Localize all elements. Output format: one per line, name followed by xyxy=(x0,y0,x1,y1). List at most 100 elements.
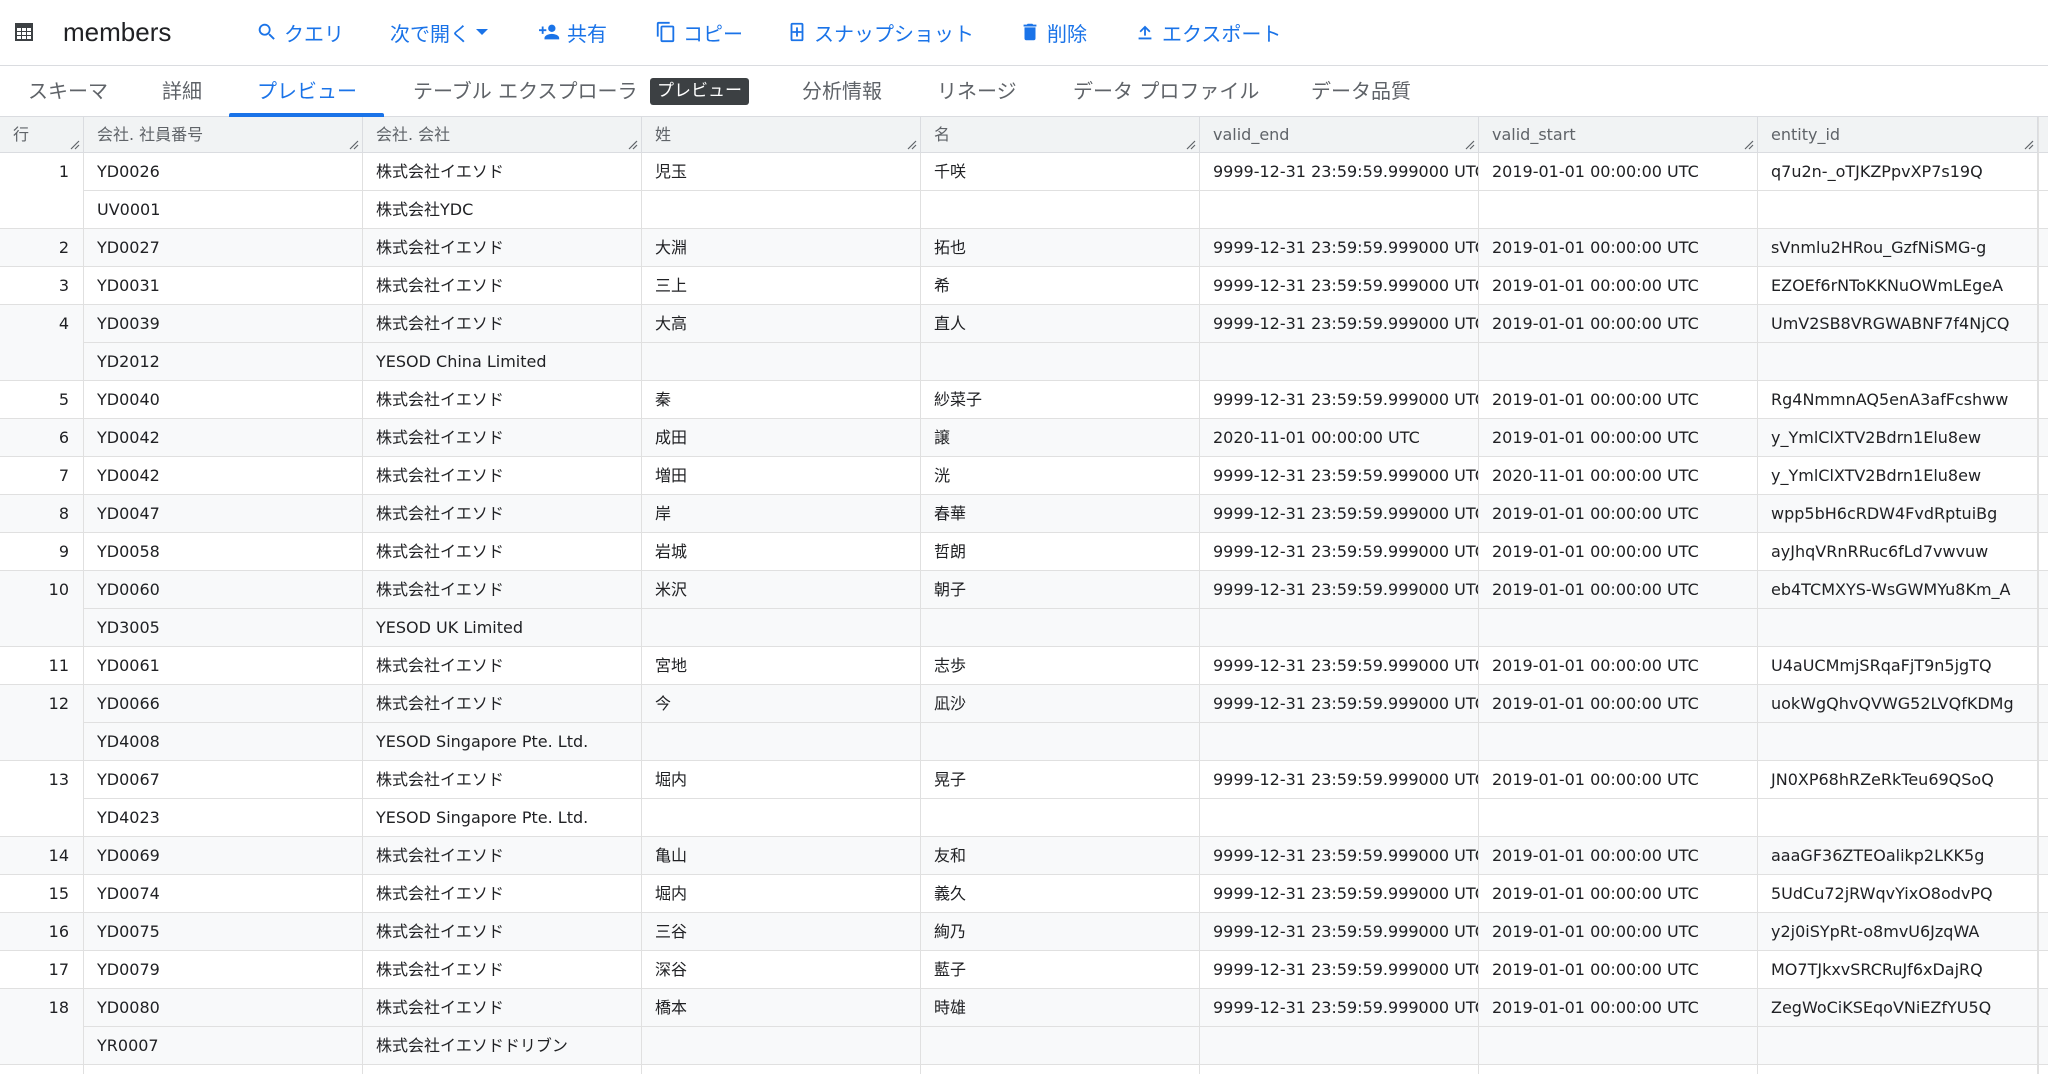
valid-end-cell[interactable]: 2020-11-01 00:00:00 UTC xyxy=(1200,419,1479,457)
tab-data-quality[interactable]: データ品質 xyxy=(1311,66,1411,117)
valid-start-cell[interactable]: 2020-11-01 00:00:00 UTC xyxy=(1479,457,1758,495)
table-row[interactable]: YD0061 株式会社イエソド 宮地 志歩 9999-12-31 23:59:59.99… xyxy=(0,647,2048,685)
last-name-cell[interactable] xyxy=(642,723,921,761)
entity-id-cell[interactable]: xL6tKpQwRISEofDEzDTF6g xyxy=(1758,1065,2038,1074)
entity-id-cell[interactable]: 5UdCu72jRWqvYixO8odvPQ xyxy=(1758,875,2038,913)
company-cell[interactable]: 株式会社イエソド xyxy=(363,875,642,913)
valid-end-cell[interactable] xyxy=(1200,723,1479,761)
employee-id-cell[interactable]: YD0067 xyxy=(84,761,363,799)
company-cell[interactable]: 株式会社イエソド xyxy=(363,419,642,457)
first-name-cell[interactable]: 洸 xyxy=(921,457,1200,495)
valid-start-cell[interactable]: 2019-01-01 00:00:00 UTC xyxy=(1479,153,1758,191)
valid-start-cell[interactable]: 2019-01-01 00:00:00 UTC xyxy=(1479,495,1758,533)
entity-id-cell[interactable] xyxy=(1758,191,2038,229)
first-name-cell[interactable]: 直人 xyxy=(921,305,1200,343)
valid-end-cell[interactable] xyxy=(1200,191,1479,229)
entity-id-cell[interactable] xyxy=(1758,799,2038,837)
table-row[interactable]: YD0047 株式会社イエソド岸春華 9999-12-31 23:59:59.999… xyxy=(0,495,2048,533)
first-name-cell[interactable]: 凪沙 xyxy=(921,685,1200,723)
valid-end-cell[interactable]: 9999-12-31 23:59:59.999000 UTC xyxy=(1200,381,1479,419)
tab-lineage[interactable]: リネージ xyxy=(937,66,1017,117)
last-name-cell[interactable]: 橋本 xyxy=(642,989,921,1027)
employee-id-cell[interactable]: YD2012 xyxy=(84,343,363,381)
employee-id-cell[interactable]: YD0039 xyxy=(84,305,363,343)
valid-start-cell[interactable]: 2019-01-01 00:00:00 UTC xyxy=(1479,533,1758,571)
delete-button[interactable]: 削除 xyxy=(1019,14,1087,50)
company-cell[interactable]: YESOD Singapore Pte. Ltd. xyxy=(363,723,642,761)
company-cell[interactable]: 株式会社イエソド xyxy=(363,989,642,1027)
employee-id-cell[interactable]: YD0074 xyxy=(84,875,363,913)
valid-end-cell[interactable]: 9999-12-31 23:59:59.999000 UTC xyxy=(1200,989,1479,1027)
last-name-cell[interactable] xyxy=(642,799,921,837)
company-cell[interactable]: 株式会社イエソド xyxy=(363,495,642,533)
valid-end-cell[interactable]: 9999-12-31 23:59:59.999000 UTC xyxy=(1200,647,1479,685)
tab-schema[interactable]: スキーマ xyxy=(28,66,108,117)
company-cell[interactable]: 株式会社イエソド xyxy=(363,457,642,495)
valid-start-cell[interactable]: 2019-01-01 00:00:00 UTC xyxy=(1479,647,1758,685)
entity-id-cell[interactable]: y_YmlClXTV2Bdrn1Elu8ew xyxy=(1758,457,2038,495)
copy-button[interactable]: コピー xyxy=(655,14,743,50)
company-cell[interactable]: YESOD UK Limited xyxy=(363,609,642,647)
employee-id-cell[interactable]: YD0042 xyxy=(84,457,363,495)
entity-id-cell[interactable] xyxy=(1758,609,2038,647)
snapshot-button[interactable]: スナップショット xyxy=(786,14,974,50)
resize-grip-icon[interactable] xyxy=(907,140,917,150)
entity-id-cell[interactable]: EZOEf6rNToKKNuOWmLEgeA xyxy=(1758,267,2038,305)
table-row[interactable]: YD0060 株式会社イエソド 米沢 朝子 9999-12-31 23:59:59.99… xyxy=(0,571,2048,609)
first-name-cell[interactable]: 琴音 xyxy=(921,1065,1200,1074)
last-name-cell[interactable]: 増田 xyxy=(642,457,921,495)
entity-id-cell[interactable] xyxy=(1758,723,2038,761)
valid-start-cell[interactable]: 2019-01-01 00:00:00 UTC xyxy=(1479,951,1758,989)
company-cell[interactable]: 株式会社イエソドドリブン xyxy=(363,1027,642,1065)
first-name-cell[interactable] xyxy=(921,799,1200,837)
first-name-header[interactable]: 名 xyxy=(921,117,1200,153)
employee-id-cell[interactable]: YD0042 xyxy=(84,419,363,457)
table-row[interactable]: YD0027 株式会社イエソド 大淵 拓也 9999-12-31 23:59:59.99… xyxy=(0,229,2048,267)
row-number-header[interactable]: 行 xyxy=(0,117,84,153)
last-name-cell[interactable]: 児玉 xyxy=(642,153,921,191)
resize-grip-icon[interactable] xyxy=(1744,140,1754,150)
entity-id-cell[interactable]: aaaGF36ZTEOalikp2LKK5g xyxy=(1758,837,2038,875)
first-name-cell[interactable]: 志歩 xyxy=(921,647,1200,685)
resize-grip-icon[interactable] xyxy=(1465,140,1475,150)
first-name-cell[interactable]: 拓也 xyxy=(921,229,1200,267)
valid-end-cell[interactable] xyxy=(1200,343,1479,381)
employee-id-cell[interactable]: YD0069 xyxy=(84,837,363,875)
valid-start-cell[interactable]: 2019-01-01 00:00:00 UTC xyxy=(1479,1065,1758,1074)
last-name-cell[interactable]: 堀内 xyxy=(642,761,921,799)
export-button[interactable]: エクスポート xyxy=(1134,14,1281,50)
company-cell[interactable]: 株式会社イエソド xyxy=(363,685,642,723)
valid-start-cell[interactable]: 2019-01-01 00:00:00 UTC xyxy=(1479,267,1758,305)
company-cell[interactable]: 株式会社イエソド xyxy=(363,761,642,799)
valid-start-cell[interactable]: 2019-01-01 00:00:00 UTC xyxy=(1479,229,1758,267)
last-name-cell[interactable]: 今 xyxy=(642,685,921,723)
first-name-cell[interactable]: 紗菜子 xyxy=(921,381,1200,419)
entity-id-header[interactable]: entity_id xyxy=(1758,117,2038,153)
entity-id-cell[interactable] xyxy=(1758,1027,2038,1065)
valid-end-cell[interactable]: 9999-12-31 23:59:59.999000 UTC xyxy=(1200,761,1479,799)
last-name-cell[interactable]: 成田 xyxy=(642,419,921,457)
valid-start-cell[interactable]: 2019-01-01 00:00:00 UTC xyxy=(1479,419,1758,457)
table-row[interactable]: YD3005 YESOD UK Limited xyxy=(0,609,2048,647)
valid-end-cell[interactable]: 9999-12-31 23:59:59.999000 UTC xyxy=(1200,153,1479,191)
tab-data-profile[interactable]: データ プロファイル xyxy=(1073,66,1259,117)
first-name-cell[interactable] xyxy=(921,723,1200,761)
last-name-cell[interactable]: 米沢 xyxy=(642,571,921,609)
employee-id-cell[interactable]: YD0047 xyxy=(84,495,363,533)
open-in-button[interactable]: 次で開く xyxy=(390,14,488,50)
entity-id-cell[interactable]: y_YmlClXTV2Bdrn1Elu8ew xyxy=(1758,419,2038,457)
table-row[interactable]: YD0067 株式会社イエソド 堀内 晃子 9999-12-31 23:59:59.99… xyxy=(0,761,2048,799)
company-cell[interactable]: 株式会社イエソド xyxy=(363,951,642,989)
valid-end-cell[interactable]: 9999-12-31 23:59:59.999000 UTC xyxy=(1200,533,1479,571)
valid-end-header[interactable]: valid_end xyxy=(1200,117,1479,153)
table-row[interactable]: YD0031 株式会社イエソド 三上希 9999-12-31 23:59:59.999… xyxy=(0,267,2048,305)
employee-id-cell[interactable]: YD0079 xyxy=(84,951,363,989)
valid-end-cell[interactable]: 9999-12-31 23:59:59.999000 UTC xyxy=(1200,571,1479,609)
entity-id-cell[interactable]: ayJhqVRnRRuc6fLd7vwvuw xyxy=(1758,533,2038,571)
valid-start-cell[interactable]: 2019-01-01 00:00:00 UTC xyxy=(1479,913,1758,951)
first-name-cell[interactable]: 晃子 xyxy=(921,761,1200,799)
resize-grip-icon[interactable] xyxy=(628,140,638,150)
company-cell[interactable]: 株式会社イエソド xyxy=(363,533,642,571)
table-row[interactable]: YD0042 株式会社イエソド 増田洸 9999-12-31 23:59:59.999… xyxy=(0,457,2048,495)
last-name-cell[interactable]: 三上 xyxy=(642,267,921,305)
